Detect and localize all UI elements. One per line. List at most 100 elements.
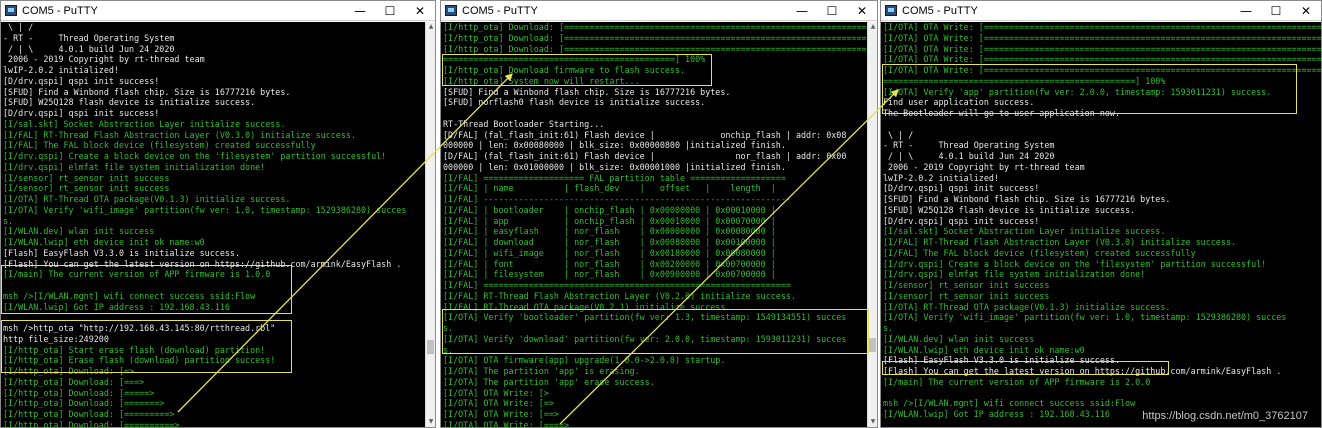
terminal-line: [I/sensor] rt_sensor init success xyxy=(3,183,170,194)
close-icon[interactable]: ✕ xyxy=(1291,1,1321,21)
terminal-line: [I/http_ota] Download: [=========> xyxy=(3,409,175,419)
minimize-icon[interactable]: — xyxy=(787,1,817,21)
terminal-line: [SFUD] Find a Winbond flash chip. Size i… xyxy=(883,194,1171,204)
terminal-line: [I/http_ota] Download: [===> xyxy=(3,376,145,387)
putty-window-2[interactable]: COM5 - PuTTY — ☐ ✕ [I/http_ota] Download… xyxy=(440,0,878,428)
terminal-line: [SFUD] norflash0 flash device is initial… xyxy=(443,97,706,108)
terminal-line: [Flash] EasyFlash V3.3.0 is initialize s… xyxy=(3,247,240,258)
terminal-line: [I/OTA] OTA Write: [==> xyxy=(443,409,559,419)
terminal-line: [I/sensor] rt_sensor init success xyxy=(883,290,1050,301)
putty-icon xyxy=(5,5,17,16)
terminal-output[interactable]: [I/OTA] OTA Write: [====================… xyxy=(881,22,1321,427)
terminal-output[interactable]: \ | / - RT - Thread Operating System / | … xyxy=(1,22,425,427)
terminal-line: [I/OTA] OTA Write: [=> xyxy=(443,398,554,409)
terminal-line: [I/OTA] OTA Write: [====================… xyxy=(883,65,1321,75)
terminal-line: [I/sensor] rt_sensor init success xyxy=(3,172,170,183)
terminal-line: / | \ 4.0.1 build Jun 24 2020 xyxy=(3,43,175,54)
terminal-line: [D/drv.qspi] qspi init success! xyxy=(883,183,1040,194)
terminal-line: [SFUD] W25Q128 flash device is initializ… xyxy=(883,204,1136,215)
terminal-line: [I/http_ota] Download: [================… xyxy=(443,22,867,32)
terminal-line: lwIP-2.0.2 initialized! xyxy=(883,172,999,183)
terminal-line: 000000 | len: 0x00080000 | blk_size: 0x0… xyxy=(443,140,786,151)
scrollbar-thumb[interactable] xyxy=(427,340,434,354)
terminal-line: / | \ 4.0.1 build Jun 24 2020 xyxy=(883,151,1055,161)
terminal-line: [I/FAL] RT-Thread Flash Abstraction Laye… xyxy=(3,129,356,140)
terminal-line: [I/WLAN.lwip] eth device init ok name:w0 xyxy=(883,344,1085,355)
scroll-down-icon[interactable]: ▼ xyxy=(868,417,878,427)
putty-window-3[interactable]: COM5 - PuTTY — ☐ ✕ [I/OTA] OTA Write: [=… xyxy=(880,0,1322,428)
terminal-line: [I/http_ota] Download: [=> xyxy=(3,366,135,376)
vertical-scrollbar[interactable]: ▲ ▼ xyxy=(425,22,435,427)
terminal-line: [I/FAL] RT-Thread OTA package(V0.2.1) in… xyxy=(443,301,731,312)
terminal-line: msh />http_ota "http://192.168.43.145:80… xyxy=(3,323,276,333)
minimize-icon[interactable]: — xyxy=(1231,1,1261,21)
terminal-line: [I/OTA] Verify 'download' partition(fw v… xyxy=(443,333,847,344)
terminal-line: msh />[I/WLAN.mgnt] wifi connect success… xyxy=(3,290,256,301)
terminal-line: [I/FAL] | download | nor_flash | 0x00080… xyxy=(443,237,776,247)
close-icon[interactable]: ✕ xyxy=(847,1,877,21)
terminal-line: [I/FAL] | app | onchip_flash | 0x0001000… xyxy=(443,215,776,226)
terminal-output[interactable]: [I/http_ota] Download: [================… xyxy=(441,22,867,427)
terminal-line: RT-Thread Bootloader Starting... xyxy=(443,118,605,129)
terminal-line: Find user application success. xyxy=(883,97,1035,108)
terminal-line: - RT - Thread Operating System xyxy=(3,32,175,43)
terminal-line: [I/FAL] ================================… xyxy=(443,280,791,290)
title-bar[interactable]: COM5 - PuTTY — ☐ ✕ xyxy=(441,1,877,21)
title-bar[interactable]: COM5 - PuTTY — ☐ ✕ xyxy=(1,1,435,21)
title-bar[interactable]: COM5 - PuTTY — ☐ ✕ xyxy=(881,1,1321,21)
terminal-line: [I/http_ota] Download: [=====> xyxy=(3,387,155,398)
terminal-line: [I/OTA] RT-Thread OTA package(V0.1.3) in… xyxy=(883,301,1171,312)
terminal-line: [I/OTA] Verify 'app' partition(fw ver: 2… xyxy=(883,86,1272,97)
terminal-line: [Flash] You can get the latest version o… xyxy=(3,258,402,269)
terminal-line: \ | / xyxy=(3,22,34,32)
terminal-line: s. xyxy=(443,323,454,333)
terminal-line: [Flash] You can get the latest version o… xyxy=(883,366,1282,376)
terminal-line: [I/OTA] The partition 'app' erase succes… xyxy=(443,376,655,387)
terminal-line: [I/http_ota] System now will restart... xyxy=(443,75,640,86)
terminal-line: [I/FAL] --------------------------------… xyxy=(443,194,791,204)
terminal-line: [I/http_ota] Download: [================… xyxy=(443,43,867,54)
terminal-line: [I/WLAN.lwip] Got IP address : 192.168.4… xyxy=(3,301,230,312)
terminal-line: 000000 | len: 0x01000000 | blk_size: 0x0… xyxy=(443,161,786,172)
terminal-line: [I/http_ota] Erase flash (download) part… xyxy=(3,355,276,366)
terminal-line: [I/sensor] rt_sensor init success xyxy=(883,280,1050,290)
terminal-line: [I/FAL] | font | nor_flash | 0x00200000 … xyxy=(443,258,776,269)
terminal-line: [I/http_ota] Start erase flash (download… xyxy=(3,344,266,355)
terminal-line: \ | / xyxy=(883,129,914,140)
scroll-up-icon[interactable]: ▲ xyxy=(868,22,878,32)
terminal-line: [I/OTA] RT-Thread OTA package(V0.1.3) in… xyxy=(3,194,291,204)
terminal-line: [I/main] The current version of APP firm… xyxy=(883,376,1151,387)
scroll-up-icon[interactable]: ▲ xyxy=(426,22,436,32)
maximize-icon[interactable]: ☐ xyxy=(1261,1,1291,21)
terminal-line: [D/drv.qspi] qspi init success! xyxy=(3,108,160,118)
maximize-icon[interactable]: ☐ xyxy=(375,1,405,21)
terminal-line: [I/OTA] OTA firmware(app) upgrade(1.0.0-… xyxy=(443,355,726,366)
terminal-line: [D/FAL] (fal_flash_init:61) Flash device… xyxy=(443,151,847,161)
window-title: COM5 - PuTTY xyxy=(462,4,538,17)
putty-icon xyxy=(445,5,457,16)
terminal-line: [I/OTA] OTA Write: [====================… xyxy=(883,43,1321,54)
terminal-line: [SFUD] Find a Winbond flash chip. Size i… xyxy=(443,86,731,97)
terminal-line: [I/OTA] OTA Write: [====================… xyxy=(883,32,1321,43)
terminal-line: [I/OTA] Verify 'wifi_image' partition(fw… xyxy=(3,204,407,215)
terminal-line: s. xyxy=(443,344,454,355)
minimize-icon[interactable]: — xyxy=(345,1,375,21)
terminal-line: [I/OTA] OTA Write: [====================… xyxy=(883,54,1321,65)
maximize-icon[interactable]: ☐ xyxy=(817,1,847,21)
terminal-line: [I/sal.skt] Socket Abstraction Layer ini… xyxy=(3,118,286,129)
terminal-line: [I/WLAN.dev] wlan init success xyxy=(3,226,155,237)
scroll-down-icon[interactable]: ▼ xyxy=(426,417,436,427)
terminal-line: [I/OTA] OTA Write: [====================… xyxy=(883,22,1321,32)
terminal-line: [SFUD] W25Q128 flash device is initializ… xyxy=(3,97,256,108)
terminal-line: [I/FAL] | filesystem | nor_flash | 0x009… xyxy=(443,269,776,280)
vertical-scrollbar[interactable]: ▲ ▼ xyxy=(867,22,877,427)
scrollbar-thumb[interactable] xyxy=(869,338,876,352)
terminal-line: [I/WLAN.dev] wlan init success xyxy=(883,333,1035,344)
terminal-line: [I/FAL] The FAL block device (filesystem… xyxy=(883,247,1196,258)
window-title: COM5 - PuTTY xyxy=(22,4,98,17)
terminal-line: [I/drv.qspi] Create a block device on th… xyxy=(3,151,387,161)
terminal-line: ========================================… xyxy=(883,75,1166,86)
close-icon[interactable]: ✕ xyxy=(405,1,435,21)
putty-window-1[interactable]: COM5 - PuTTY — ☐ ✕ \ | / - RT - Thread Op… xyxy=(0,0,436,428)
